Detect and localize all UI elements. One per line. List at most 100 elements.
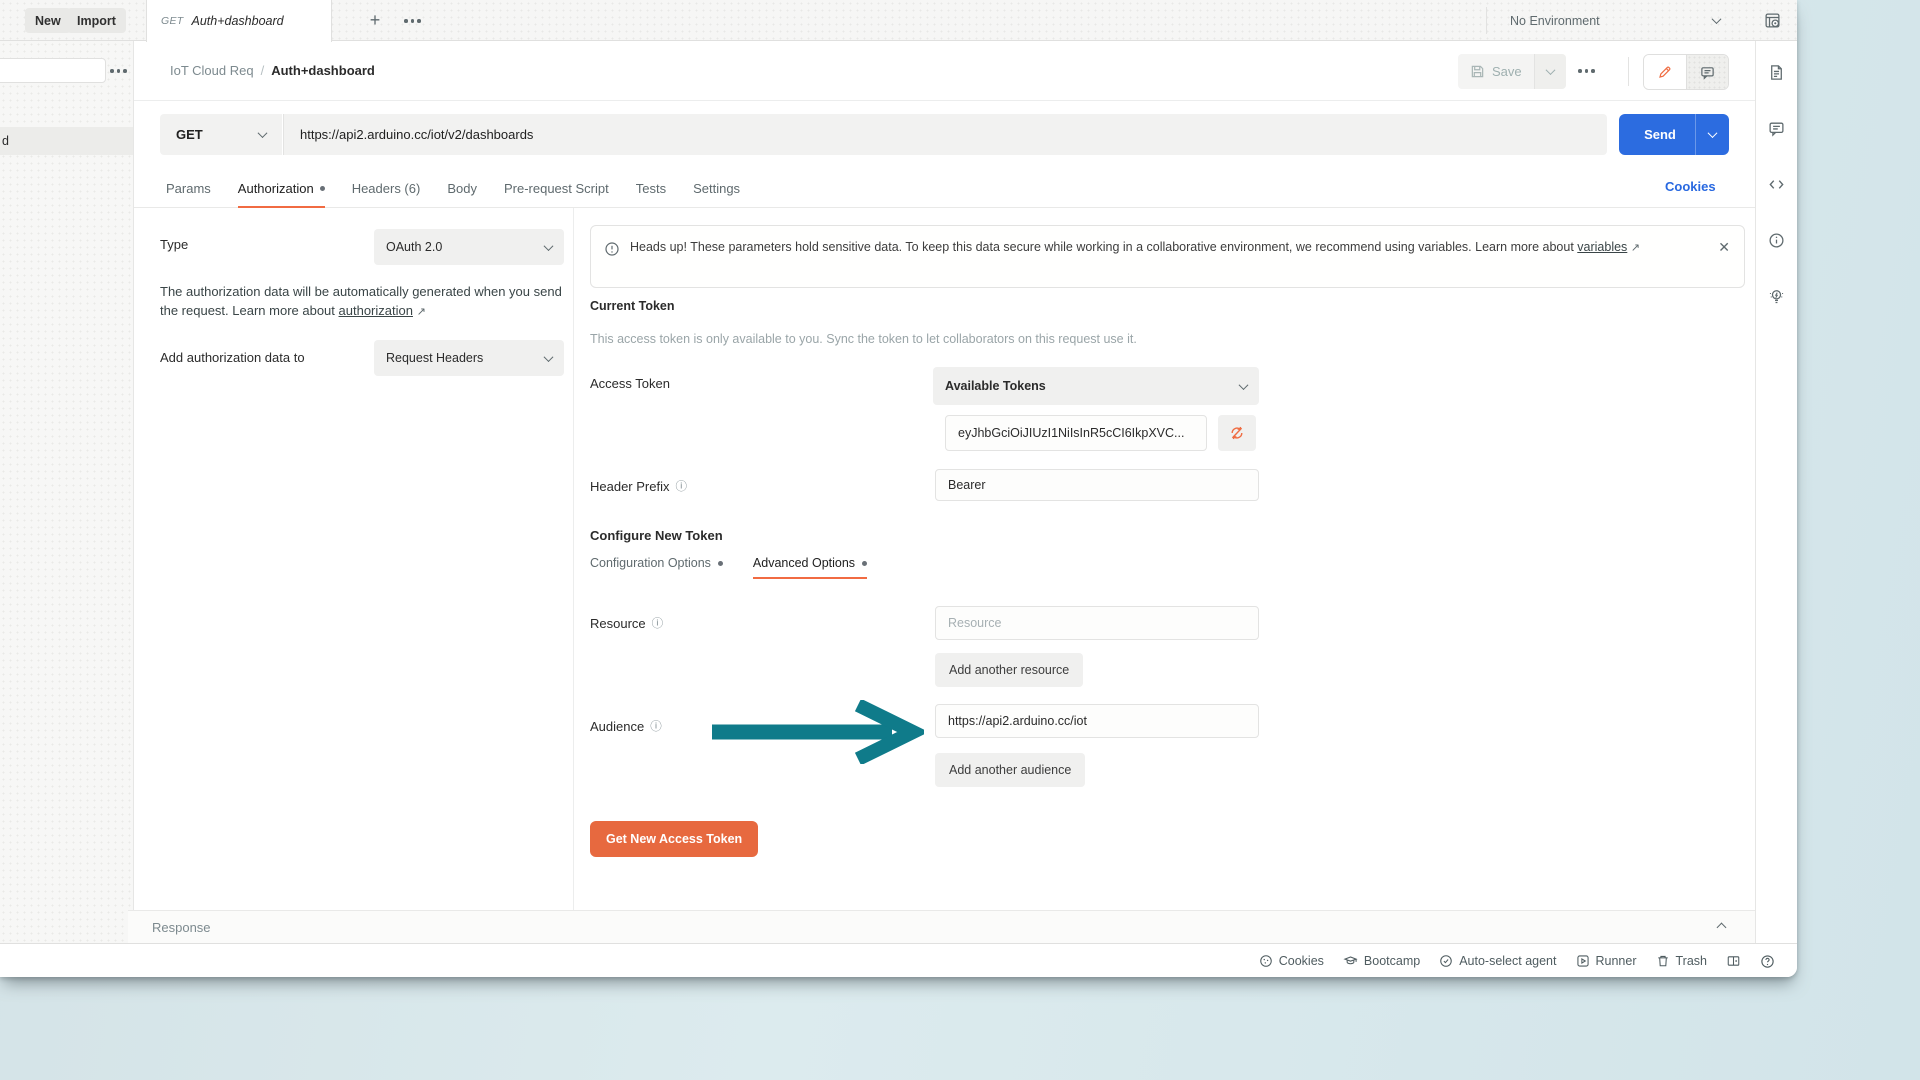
collections-sidebar: d [0, 41, 134, 943]
breadcrumb-collection[interactable]: IoT Cloud Req [170, 63, 254, 78]
info-icon: ⓘ [675, 478, 687, 494]
import-button[interactable]: Import [67, 8, 126, 33]
save-icon [1470, 64, 1485, 79]
access-token-input[interactable] [945, 415, 1207, 451]
configured-dot [862, 561, 867, 566]
auth-type-value: OAuth 2.0 [386, 240, 442, 254]
sync-disabled-icon [1229, 425, 1245, 441]
app-top-bar: New Import GET Auth+dashboard + No Envir… [0, 0, 1797, 41]
save-options-button[interactable] [1534, 54, 1566, 89]
url-input[interactable] [283, 114, 1607, 155]
add-auth-data-value: Request Headers [386, 351, 483, 365]
tab-tests[interactable]: Tests [636, 170, 666, 207]
save-button[interactable]: Save [1458, 54, 1534, 89]
send-button[interactable]: Send [1619, 114, 1729, 155]
audience-label: Audience ⓘ [590, 718, 662, 734]
type-label: Type [160, 237, 188, 252]
available-tokens-select[interactable]: Available Tokens [933, 367, 1259, 405]
info-icon: ⓘ [650, 718, 662, 734]
edit-mode-button[interactable] [1644, 55, 1687, 89]
info-rail-icon[interactable] [1768, 232, 1785, 249]
comments-rail-icon[interactable] [1768, 120, 1785, 137]
tab-configuration-options[interactable]: Configuration Options [590, 556, 723, 579]
tab-authorization[interactable]: Authorization [238, 170, 325, 207]
request-editor: IoT Cloud Req / Auth+dashboard Save [134, 41, 1755, 943]
audience-input[interactable] [935, 704, 1259, 738]
sidebar-search-input[interactable] [0, 58, 106, 83]
tab-body[interactable]: Body [447, 170, 477, 207]
pencil-icon [1657, 65, 1672, 80]
trash-icon [1656, 954, 1670, 968]
header-prefix-label: Header Prefix ⓘ [590, 478, 687, 494]
save-button-label: Save [1492, 64, 1522, 79]
variables-link[interactable]: variables [1577, 240, 1627, 254]
chevron-down-icon [1239, 380, 1249, 390]
tab-pre-request-script[interactable]: Pre-request Script [504, 170, 609, 207]
method-selector[interactable]: GET [160, 114, 282, 155]
tab-params[interactable]: Params [166, 170, 211, 207]
code-snippet-icon[interactable] [1768, 176, 1785, 193]
chevron-down-icon [258, 128, 268, 138]
breadcrumb-separator: / [261, 63, 265, 78]
auth-configured-dot [320, 186, 325, 191]
auto-select-agent-button[interactable]: Auto-select agent [1439, 954, 1556, 968]
send-options-button[interactable] [1695, 114, 1729, 155]
sidebar-item-selected[interactable]: d [0, 127, 133, 155]
tab-advanced-options[interactable]: Advanced Options [753, 556, 867, 579]
new-button[interactable]: New [25, 8, 71, 33]
sensitive-data-banner: Heads up! These parameters hold sensitiv… [590, 225, 1745, 288]
resource-label: Resource ⓘ [590, 615, 663, 631]
add-audience-button[interactable]: Add another audience [935, 753, 1085, 787]
revoke-token-button[interactable] [1218, 415, 1256, 451]
tab-options-icon[interactable] [404, 19, 421, 23]
comment-icon [1700, 65, 1715, 80]
breadcrumb-request-name[interactable]: Auth+dashboard [271, 63, 375, 78]
add-resource-button[interactable]: Add another resource [935, 653, 1083, 687]
comments-button[interactable] [1687, 55, 1729, 89]
request-more-actions-icon[interactable] [1578, 69, 1595, 73]
trash-status-button[interactable]: Trash [1656, 954, 1708, 968]
bootcamp-status-button[interactable]: Bootcamp [1343, 954, 1420, 968]
environment-quick-look-icon[interactable] [1764, 12, 1781, 29]
tab-headers[interactable]: Headers (6) [352, 170, 421, 207]
cookies-status-button[interactable]: Cookies [1259, 954, 1324, 968]
request-tab[interactable]: GET Auth+dashboard [146, 0, 332, 42]
cookies-link[interactable]: Cookies [1665, 179, 1716, 194]
help-button[interactable] [1760, 954, 1775, 969]
sidebar-more-icon[interactable] [110, 69, 127, 73]
authorization-link[interactable]: authorization [339, 303, 413, 318]
two-pane-view-button[interactable] [1726, 954, 1741, 968]
environment-selector[interactable]: No Environment [1500, 0, 1730, 41]
tab-settings[interactable]: Settings [693, 170, 740, 207]
environment-selector-label: No Environment [1510, 14, 1600, 28]
token-sync-note: This access token is only available to y… [590, 332, 1137, 346]
auth-details-panel: Heads up! These parameters hold sensitiv… [574, 208, 1755, 910]
save-button-group: Save [1458, 54, 1566, 89]
warning-icon [604, 241, 620, 260]
info-icon: ⓘ [652, 615, 664, 631]
request-header-row: IoT Cloud Req / Auth+dashboard Save [134, 41, 1755, 101]
request-tabs: Params Authorization Headers (6) Body Pr… [134, 170, 1755, 208]
response-label: Response [152, 920, 211, 935]
chevron-down-icon [544, 352, 554, 362]
chevron-down-icon [544, 241, 554, 251]
header-prefix-input[interactable] [935, 469, 1259, 501]
resource-input[interactable] [935, 606, 1259, 640]
get-new-access-token-button[interactable]: Get New Access Token [590, 821, 758, 857]
sidebar-item-label: d [2, 134, 9, 148]
close-icon[interactable]: ✕ [1718, 239, 1730, 256]
auth-generated-note: The authorization data will be automatic… [160, 282, 564, 321]
new-tab-button[interactable]: + [362, 7, 388, 33]
status-bar: Cookies Bootcamp Auto-select agent Runne… [0, 943, 1797, 977]
configure-new-token-heading: Configure New Token [590, 528, 723, 543]
help-icon [1760, 954, 1775, 969]
configured-dot [718, 561, 723, 566]
runner-status-button[interactable]: Runner [1576, 954, 1637, 968]
auth-type-select[interactable]: OAuth 2.0 [374, 229, 564, 265]
postman-window: New Import GET Auth+dashboard + No Envir… [0, 0, 1797, 977]
pull-request-lightbulb-icon[interactable] [1768, 288, 1785, 305]
documentation-icon[interactable] [1768, 64, 1785, 81]
chevron-down-icon [1712, 14, 1722, 24]
add-auth-data-select[interactable]: Request Headers [374, 340, 564, 376]
response-section-header[interactable]: Response [128, 910, 1755, 943]
